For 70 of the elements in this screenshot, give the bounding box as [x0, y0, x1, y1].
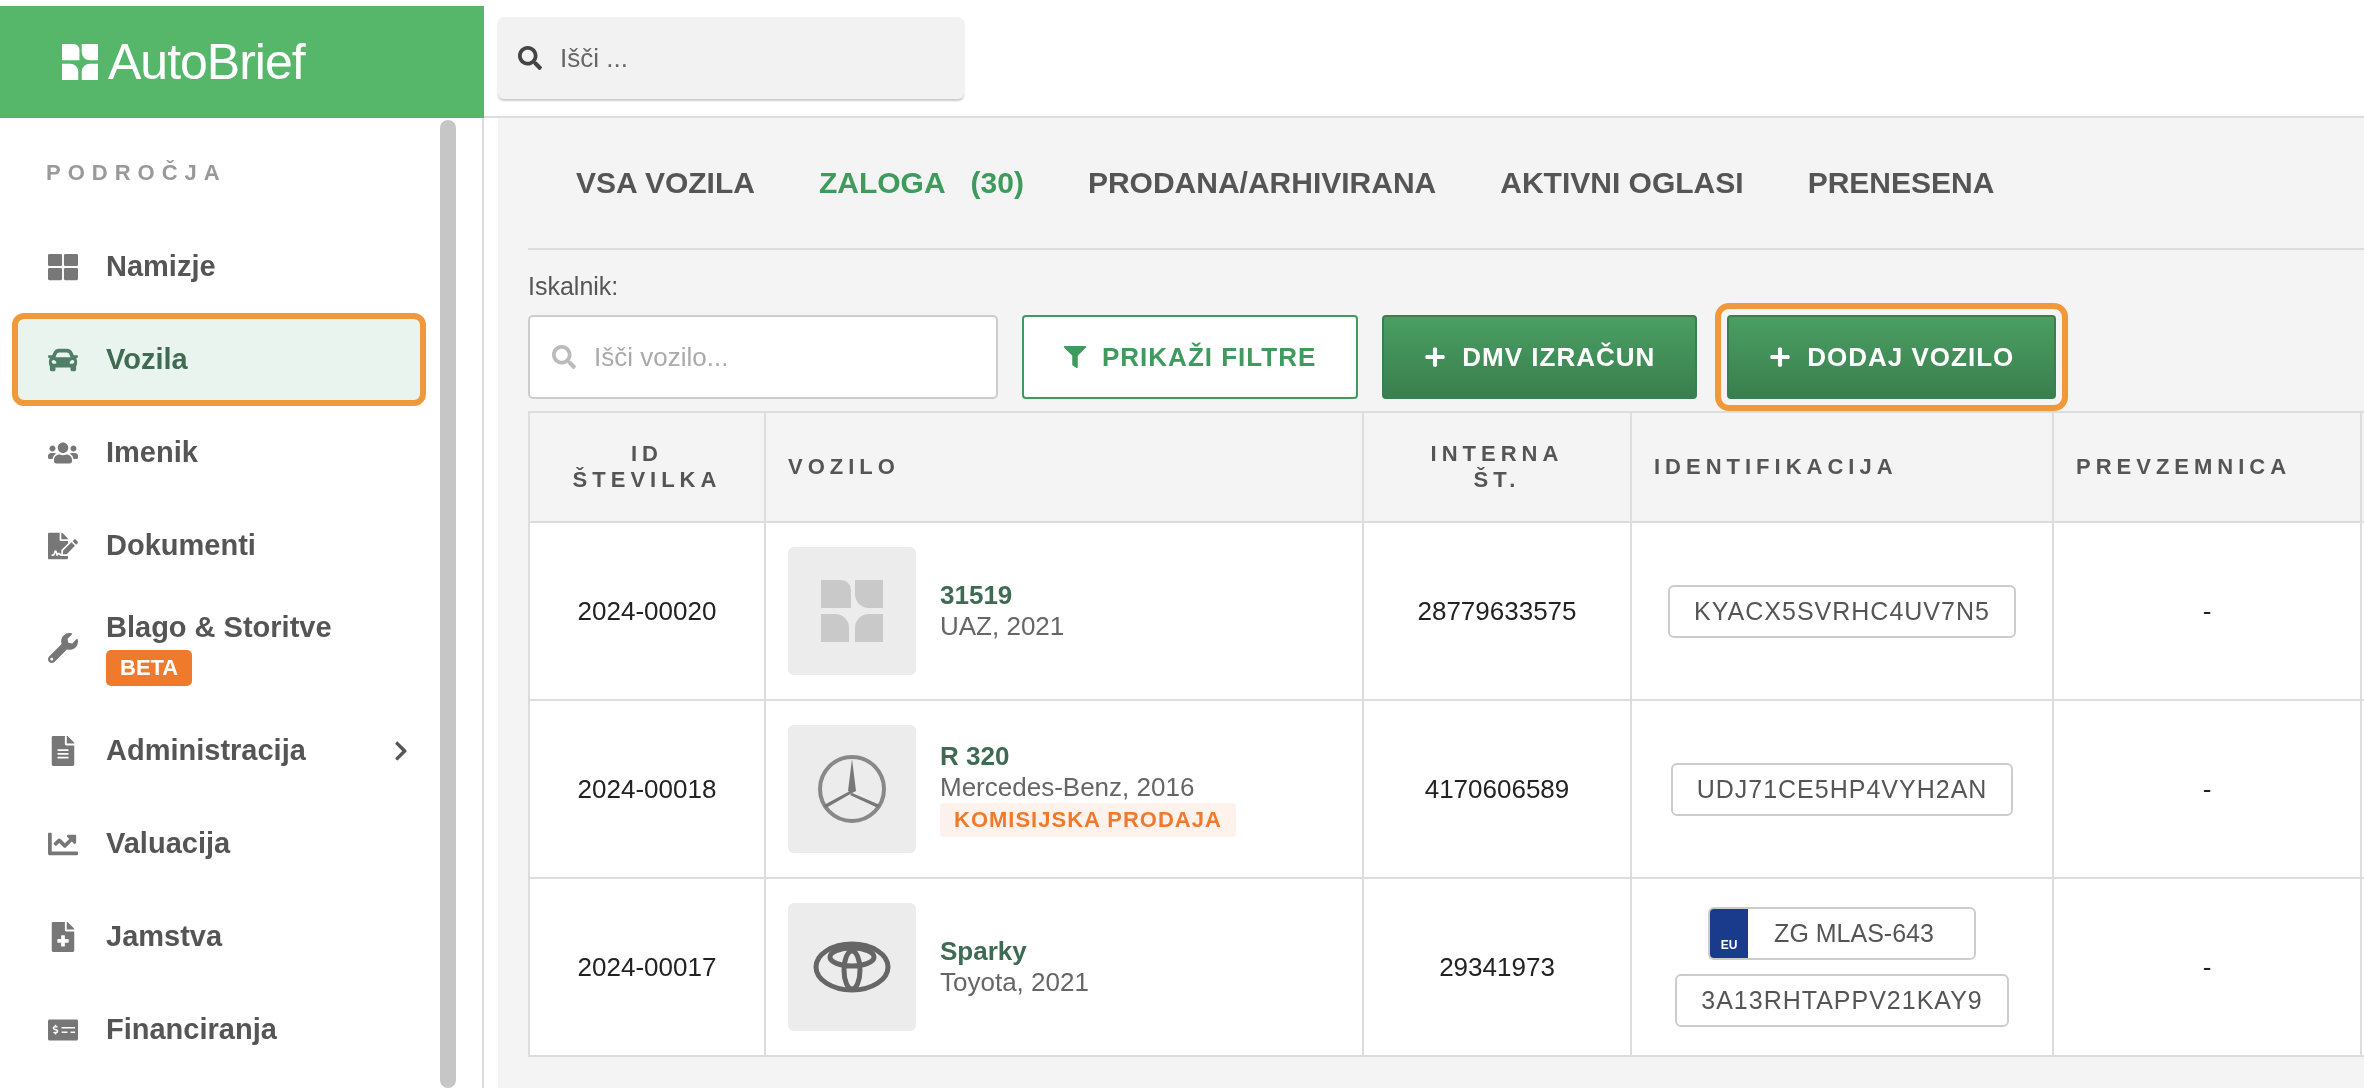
image-placeholder-icon: [821, 580, 883, 642]
wrench-icon: [48, 633, 78, 663]
vehicle-model-link[interactable]: Sparky: [940, 936, 1089, 967]
sidebar-item[interactable]: Valuacija: [12, 797, 426, 890]
table-cell: -: [2053, 700, 2361, 878]
star-emblem-icon: [816, 753, 888, 825]
plus-icon: [1769, 346, 1792, 368]
search-label: Iskalnik:: [528, 271, 620, 302]
sidebar-item[interactable]: Blago & Storitve BETA: [12, 592, 426, 704]
column-header: IDENTIFIKACIJA: [1631, 412, 2053, 522]
section-heading: PODROČJA: [45, 159, 228, 187]
vin-label: KYACX5SVRHC4UV7N5: [1668, 584, 2016, 638]
table-cell: 4170606589: [1363, 700, 1631, 878]
vin-label: 3A13RHTAPPV21KAY9: [1675, 974, 2009, 1027]
vehicle-search-field[interactable]: Išči vozilo...: [528, 315, 998, 399]
column-header: INTERNA ŠT.: [1363, 412, 1631, 522]
plus-icon: [1424, 346, 1447, 368]
search-field[interactable]: Išči ...: [498, 17, 964, 99]
column-header: ID ŠTEVILKA: [529, 412, 765, 522]
filter-icon: [1064, 346, 1086, 368]
tab[interactable]: AKTIVNI OGLASI: [1468, 166, 1776, 200]
logo-mark-icon: [62, 44, 98, 80]
sidebar-item-label: Blago & Storitve: [106, 610, 332, 644]
sidebar-item[interactable]: Imenik: [12, 406, 426, 499]
scrollbar-thumb[interactable]: [440, 120, 456, 1088]
tab[interactable]: PRENESENA: [1775, 166, 2027, 200]
column-header: VOZILO: [765, 412, 1363, 522]
search-icon: [518, 46, 542, 70]
search-icon: [552, 345, 576, 369]
table-cell: 29341973: [1363, 878, 1631, 1056]
action-button[interactable]: DMV IZRAČUN: [1382, 315, 1698, 399]
sidebar-item[interactable]: Namizje: [12, 220, 426, 313]
table-cell: 28779633575: [1363, 522, 1631, 700]
table-cell: 2024-00020: [529, 522, 765, 700]
sidebar-item-label: Financiranja: [106, 1013, 277, 1046]
vehicle-make-year: Toyota, 2021: [940, 967, 1089, 998]
sidebar-item-label: Vozila: [106, 343, 188, 376]
table-cell: -: [2053, 522, 2361, 700]
vehicle-make-year: UAZ, 2021: [940, 611, 1065, 642]
beta-badge: BETA: [106, 649, 193, 686]
sidebar-item[interactable]: Vozila: [12, 313, 426, 406]
tab[interactable]: VSA VOZILA: [544, 166, 787, 200]
sidebar-item-label: Imenik: [106, 436, 198, 469]
plate-region: EU: [1710, 909, 1749, 958]
sidebar-item-label: Namizje: [106, 250, 216, 283]
sidebar-item[interactable]: Dokumenti: [12, 499, 426, 592]
vehicle-model-link[interactable]: 31519: [940, 580, 1065, 611]
sidebar-item-label: Valuacija: [106, 827, 231, 860]
table-cell: 2024-00017: [529, 878, 765, 1056]
vehicle-make-year: Mercedes-Benz, 2016: [940, 772, 1196, 803]
plate-number: ZG MLAS-643: [1773, 918, 1935, 949]
action-button[interactable]: DODAJ VOZILO: [1727, 315, 2057, 399]
vin-label: UDJ71CE5HP4VYH2AN: [1670, 762, 2014, 816]
sidebar-item[interactable]: Jamstva: [12, 890, 426, 983]
status-tag: KOMISIJSKA PRODAJA: [940, 803, 1236, 837]
table-cell: -: [2053, 878, 2361, 1056]
table-cell: 2024-00018: [529, 700, 765, 878]
action-button[interactable]: PRIKAŽI FILTRE: [1022, 315, 1359, 399]
ellipse-emblem-icon: [812, 940, 892, 994]
document-icon: [48, 530, 78, 561]
column-header: PREVZEMNICA: [2053, 412, 2361, 522]
vehicle-model-link[interactable]: R 320: [940, 741, 1236, 772]
grid-icon: [48, 251, 78, 282]
sidebar-item-label: Dokumenti: [106, 529, 256, 562]
logo-text: AutoBrief: [108, 33, 305, 91]
sidebar-item-label: Administracija: [106, 734, 306, 767]
tab[interactable]: PRODANA/ARHIVIRANA: [1055, 166, 1469, 200]
sidebar-item[interactable]: Administracija: [12, 704, 426, 797]
sidebar-item[interactable]: Financiranja: [12, 983, 426, 1076]
sidebar-item-label: Jamstva: [106, 920, 223, 953]
